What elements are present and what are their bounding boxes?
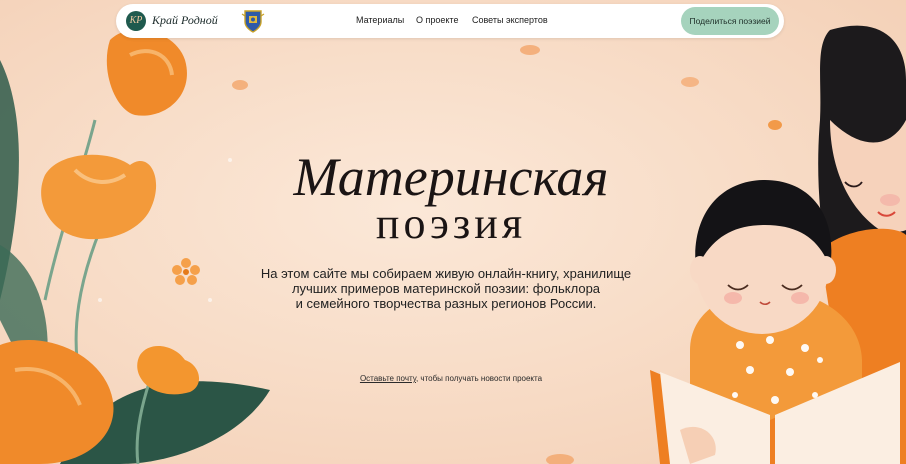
nav-link-materials[interactable]: Материалы [356,15,404,25]
leave-email-link[interactable]: Оставьте почту [360,374,416,383]
nav-link-expert-tips[interactable]: Советы экспертов [472,15,548,25]
description-line: лучших примеров материнской поэзии: фоль… [291,281,601,296]
hero-section: КР Край Родной Материалы О проекте Совет… [0,0,906,464]
brand-name[interactable]: Край Родной [152,13,218,28]
logo-mark[interactable]: КР [126,11,146,31]
subscribe-text: , чтобы получать новости проекта [415,374,543,383]
subscribe-prompt: Оставьте почту, чтобы получать новости п… [300,374,602,383]
coat-of-arms-icon [241,10,265,33]
nav-link-about[interactable]: О проекте [416,15,458,25]
hero-description: На этом сайте мы собираем живую онлайн-к… [260,266,632,311]
poppy-flower [106,29,187,116]
hero-title-line1: Материнская [293,147,609,207]
description-line: и семейного творчества разных регионов Р… [295,296,597,311]
hero-title-line2: поэзия [375,199,527,248]
description-line: На этом сайте мы собираем живую онлайн-к… [260,266,632,281]
share-poetry-button[interactable]: Поделиться поэзией [681,7,779,35]
top-navbar: КР Край Родной Материалы О проекте Совет… [116,4,784,38]
